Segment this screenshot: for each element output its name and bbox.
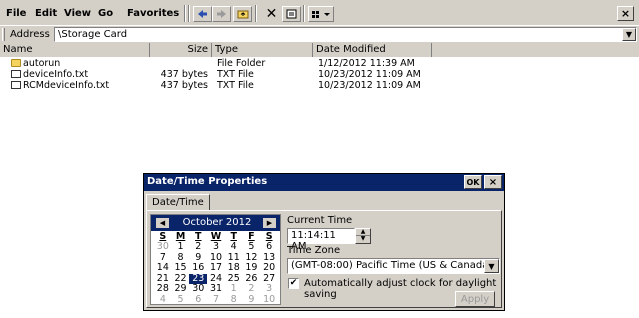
file-size: 437 bytes — [160, 69, 208, 80]
text-file-icon — [11, 81, 21, 89]
menu-bar: File Edit View Go Favorites ✕ × — [0, 0, 639, 26]
file-size: 437 bytes — [160, 80, 208, 91]
calendar-day[interactable]: 5 — [243, 241, 261, 253]
views-menu-icon[interactable] — [308, 6, 334, 22]
calendar-day[interactable]: 5 — [172, 294, 190, 306]
text-file-icon — [11, 70, 21, 78]
calendar-day[interactable]: 30 — [189, 283, 207, 295]
calendar-day[interactable]: 10 — [260, 294, 278, 306]
column-date-modified[interactable]: Date Modified — [313, 43, 432, 57]
folder-icon — [11, 59, 21, 67]
file-name: autorun — [23, 58, 61, 69]
calendar-header: ◀ October 2012 ▶ — [151, 215, 280, 231]
column-name[interactable]: Name — [0, 43, 150, 57]
ok-button[interactable]: OK — [464, 175, 482, 189]
calendar-day[interactable]: 14 — [154, 262, 172, 274]
file-name: deviceInfo.txt — [23, 69, 89, 80]
calendar-day[interactable]: 19 — [243, 262, 261, 274]
calendar-day[interactable]: 28 — [154, 283, 172, 295]
calendar-day[interactable]: 4 — [225, 241, 243, 253]
close-icon[interactable]: × — [484, 175, 502, 189]
menu-edit[interactable]: Edit — [35, 8, 57, 19]
date-time-dialog: Date/Time Properties OK × Date/Time ◀ Oc… — [143, 173, 505, 311]
calendar-day[interactable]: 17 — [207, 262, 225, 274]
calendar-day[interactable]: 6 — [189, 294, 207, 306]
calendar-day[interactable]: 15 — [172, 262, 190, 274]
folder-up-icon[interactable] — [233, 6, 252, 22]
chevron-down-icon[interactable]: ▼ — [484, 259, 499, 273]
calendar-day[interactable]: 6 — [260, 241, 278, 253]
time-zone-value: (GMT-08:00) Pacific Time (US & Canada) — [291, 260, 493, 271]
calendar-day[interactable]: 3 — [207, 241, 225, 253]
time-spinner[interactable]: ▲ ▼ — [355, 228, 371, 244]
file-type: TXT File — [217, 80, 254, 91]
toolbar-separator — [255, 5, 257, 22]
apply-button[interactable]: Apply — [455, 291, 495, 307]
file-modified: 10/23/2012 11:09 AM — [318, 69, 421, 80]
calendar-day[interactable]: 7 — [207, 294, 225, 306]
dialog-titlebar: Date/Time Properties OK × — [144, 174, 504, 191]
current-time-label: Current Time — [287, 215, 353, 226]
column-header: Name Size Type Date Modified — [0, 43, 639, 57]
file-type: File Folder — [217, 58, 266, 69]
menu-go[interactable]: Go — [98, 8, 113, 19]
file-modified: 1/12/2012 11:39 AM — [318, 58, 415, 69]
calendar-day[interactable]: 2 — [243, 283, 261, 295]
file-list: autorun File Folder 1/12/2012 11:39 AM d… — [0, 58, 639, 91]
file-modified: 10/23/2012 11:09 AM — [318, 80, 421, 91]
properties-icon[interactable] — [282, 6, 301, 22]
menu-file[interactable]: File — [6, 8, 26, 19]
list-item[interactable]: autorun File Folder 1/12/2012 11:39 AM — [0, 58, 639, 69]
calendar-day[interactable]: 29 — [172, 283, 190, 295]
address-label: Address — [10, 29, 50, 40]
chevron-down-icon[interactable]: ▼ — [622, 28, 636, 41]
dialog-title: Date/Time Properties — [147, 176, 268, 187]
current-time-input[interactable]: 11:14:11 AM — [287, 228, 355, 252]
column-type[interactable]: Type — [212, 43, 313, 57]
calendar-day[interactable]: 16 — [189, 262, 207, 274]
address-value: \Storage Card — [58, 29, 128, 40]
list-item[interactable]: RCMdeviceInfo.txt 437 bytes TXT File 10/… — [0, 80, 639, 91]
prev-month-icon[interactable]: ◀ — [156, 218, 169, 228]
delete-icon[interactable]: ✕ — [262, 6, 281, 22]
tab-date-time[interactable]: Date/Time — [146, 194, 210, 211]
next-month-icon[interactable]: ▶ — [263, 218, 276, 228]
menu-favorites[interactable]: Favorites — [127, 8, 179, 19]
spin-down-icon[interactable]: ▼ — [356, 236, 370, 242]
close-icon[interactable]: × — [617, 6, 634, 21]
calendar-day[interactable]: 8 — [225, 294, 243, 306]
month-calendar: ◀ October 2012 ▶ S M T W T F S 30 1 2 3 4 5 6 7 8 9 10 11 1… — [150, 214, 281, 305]
calendar-day[interactable]: 3 — [260, 283, 278, 295]
column-size[interactable]: Size — [150, 43, 212, 57]
list-item[interactable]: deviceInfo.txt 437 bytes TXT File 10/23/… — [0, 69, 639, 80]
back-icon[interactable] — [193, 6, 212, 22]
tab-panel: ◀ October 2012 ▶ S M T W T F S 30 1 2 3 4 5 6 7 8 9 10 11 1… — [146, 210, 502, 308]
time-zone-label: Time Zone — [287, 245, 341, 256]
calendar-day[interactable]: 1 — [172, 241, 190, 253]
calendar-day[interactable]: 30 — [154, 241, 172, 253]
file-name: RCMdeviceInfo.txt — [23, 80, 110, 91]
calendar-grid: S M T W T F S 30 1 2 3 4 5 6 7 8 9 10 11 12 13 14 15 16 17 18 19 20… — [154, 232, 278, 305]
address-input[interactable]: \Storage Card ▼ — [54, 27, 637, 42]
calendar-day[interactable]: 1 — [225, 283, 243, 295]
address-bar: Address \Storage Card ▼ — [0, 26, 639, 43]
daylight-saving-checkbox[interactable]: ✔ — [288, 278, 299, 289]
calendar-day[interactable]: 9 — [243, 294, 261, 306]
calendar-day[interactable]: 4 — [154, 294, 172, 306]
calendar-day[interactable]: 20 — [260, 262, 278, 274]
calendar-day[interactable]: 31 — [207, 283, 225, 295]
menu-view[interactable]: View — [64, 8, 91, 19]
calendar-day[interactable]: 18 — [225, 262, 243, 274]
toolbar-separator — [184, 5, 186, 22]
toolbar-separator — [303, 5, 305, 22]
forward-icon[interactable] — [212, 6, 231, 22]
file-type: TXT File — [217, 69, 254, 80]
calendar-month-title[interactable]: October 2012 — [177, 217, 257, 228]
toolbar-separator — [188, 5, 190, 22]
calendar-day[interactable]: 2 — [189, 241, 207, 253]
address-grip — [2, 28, 5, 41]
time-zone-select[interactable]: (GMT-08:00) Pacific Time (US & Canada) ▼ — [287, 258, 500, 274]
